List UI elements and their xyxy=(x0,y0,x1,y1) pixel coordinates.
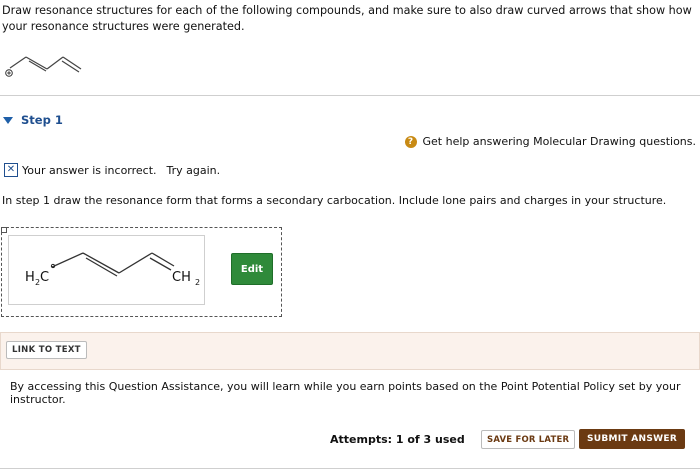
right-group-ch: CH xyxy=(172,270,191,285)
assistance-notice: By accessing this Question Assistance, y… xyxy=(10,380,681,406)
molecule-drawing-area[interactable]: H 2 C CH 2 Edit xyxy=(1,227,282,317)
save-for-later-button[interactable]: SAVE FOR LATER xyxy=(481,430,576,449)
given-molecule-structure xyxy=(5,56,82,77)
question-prompt: Draw resonance structures for each of th… xyxy=(2,4,692,33)
feedback-try-again-text: Try again. xyxy=(166,163,221,177)
divider xyxy=(0,95,700,96)
incorrect-x-icon: ✕ xyxy=(4,163,18,177)
feedback-text: Your answer is incorrect. Try again. xyxy=(22,164,220,177)
question-mark-icon: ? xyxy=(404,135,417,148)
submit-answer-button[interactable]: SUBMIT ANSWER xyxy=(579,429,685,449)
link-to-text-button[interactable]: LINK TO TEXT xyxy=(6,341,87,359)
step-instruction: In step 1 draw the resonance form that f… xyxy=(2,194,667,207)
caret-down-icon xyxy=(3,116,13,124)
attempts-counter: Attempts: 1 of 3 used xyxy=(330,433,465,446)
question-assistance-panel: LINK TO TEXT xyxy=(0,332,700,370)
answer-structure-drawing: H 2 C CH 2 xyxy=(25,252,200,287)
drawing-area-corner-handle xyxy=(1,227,7,233)
answer-feedback: ✕ Your answer is incorrect. Try again. xyxy=(4,163,220,177)
left-group-c: C xyxy=(40,270,49,285)
answer-structure-box: H 2 C CH 2 xyxy=(8,235,205,305)
molecular-drawing-help-link[interactable]: ? Get help answering Molecular Drawing q… xyxy=(404,135,696,148)
right-group-subscript: 2 xyxy=(195,278,200,287)
step-1-toggle[interactable]: Step 1 xyxy=(3,113,63,127)
help-link-text: Get help answering Molecular Drawing que… xyxy=(422,135,696,148)
footer-divider xyxy=(0,468,700,469)
left-group-h: H xyxy=(25,270,35,285)
edit-button[interactable]: Edit xyxy=(231,253,273,285)
feedback-incorrect-text: Your answer is incorrect. xyxy=(22,163,157,177)
step-label: Step 1 xyxy=(21,113,63,127)
